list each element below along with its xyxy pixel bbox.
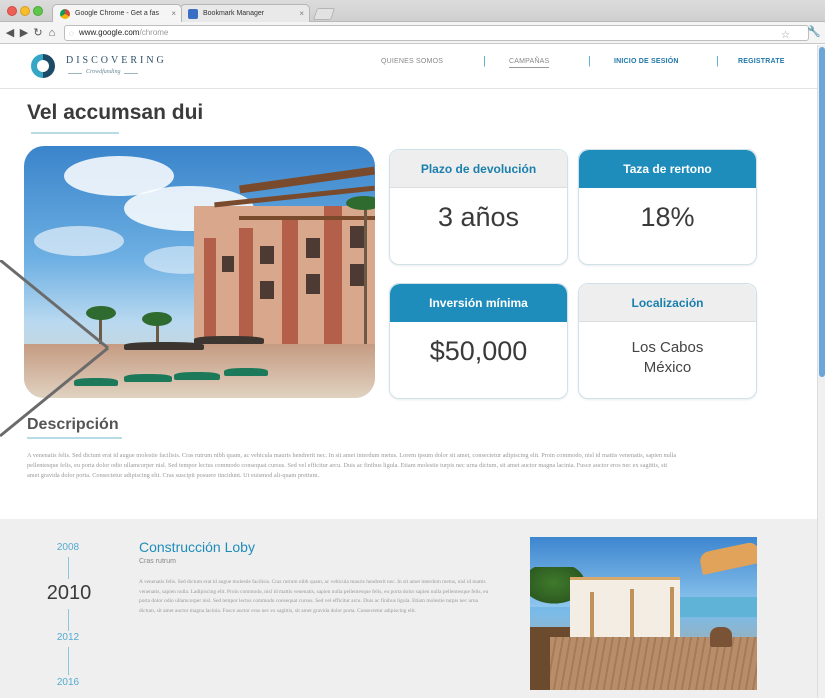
page-info-icon: ◌ bbox=[69, 29, 74, 38]
nav-separator: | bbox=[588, 55, 591, 67]
browser-tab-bar: Google Chrome - Get a fas × Bookmark Man… bbox=[0, 0, 825, 22]
stat-location-value: Los Cabos México bbox=[579, 338, 756, 378]
logo-title[interactable]: DISCOVERING bbox=[66, 55, 167, 66]
logo-subtitle: Crowdfunding bbox=[67, 69, 140, 75]
scrollbar-thumb[interactable] bbox=[819, 47, 825, 377]
stat-card-inversion: Inversión mínima $50,000 bbox=[389, 283, 568, 399]
page-scrollbar[interactable] bbox=[817, 45, 825, 698]
stat-value: 3 años bbox=[437, 202, 520, 232]
bookmark-favicon-icon bbox=[188, 9, 198, 19]
browser-toolbar: ◀ ▶ ↻ ⌂ ◌ www.google.com/chrome ☆ bbox=[0, 22, 825, 44]
stat-label: Taza de rertono bbox=[579, 150, 756, 188]
description-body: A venenatis felis. Sed dictum erat id au… bbox=[27, 452, 677, 479]
page-title: Vel accumsan dui bbox=[27, 101, 204, 124]
back-arrow-icon[interactable]: ◀ bbox=[4, 26, 16, 40]
bookmark-star-icon[interactable]: ☆ bbox=[781, 29, 790, 43]
window-minimize-button[interactable] bbox=[20, 6, 30, 16]
title-underline bbox=[31, 132, 119, 134]
discovering-logo-icon[interactable] bbox=[31, 54, 55, 78]
stat-value: $50,000 bbox=[429, 336, 528, 366]
nav-separator: | bbox=[483, 55, 486, 67]
tab-label: Bookmark Manager bbox=[203, 10, 265, 17]
stat-value: 18% bbox=[640, 202, 695, 232]
timeline-year-2016[interactable]: 2016 bbox=[38, 677, 98, 688]
forward-arrow-icon[interactable]: ▶ bbox=[18, 26, 30, 40]
nav-campanas[interactable]: CAMPAÑAS bbox=[509, 58, 550, 68]
stat-location-city: Los Cabos bbox=[631, 339, 704, 356]
tab-label: Google Chrome - Get a fas bbox=[75, 10, 160, 17]
new-tab-button[interactable] bbox=[312, 8, 336, 20]
window-close-button[interactable] bbox=[7, 6, 17, 16]
timeline-connector bbox=[68, 647, 69, 675]
timeline-item-subtitle: Cras rutrum bbox=[139, 558, 176, 565]
window-maximize-button[interactable] bbox=[33, 6, 43, 16]
nav-separator: | bbox=[716, 55, 719, 67]
browser-tab-chrome[interactable]: Google Chrome - Get a fas × bbox=[52, 4, 182, 22]
home-icon[interactable]: ⌂ bbox=[46, 26, 58, 40]
address-bar[interactable]: ◌ www.google.com/chrome ☆ bbox=[64, 25, 809, 41]
timeline-year-2008[interactable]: 2008 bbox=[38, 542, 98, 553]
nav-inicio-sesion[interactable]: INICIO DE SESIÓN bbox=[614, 58, 679, 65]
tab-close-icon[interactable]: × bbox=[171, 5, 176, 22]
angle-bracket-overlay-icon bbox=[0, 260, 109, 438]
nav-quienes-somos[interactable]: QUIENES SOMOS bbox=[381, 58, 443, 65]
chrome-favicon-icon bbox=[60, 9, 70, 19]
timeline-item-title: Construcción Loby bbox=[139, 539, 255, 555]
description-title: Descripción bbox=[27, 416, 119, 433]
reload-icon[interactable]: ↻ bbox=[32, 26, 44, 40]
timeline-connector bbox=[68, 557, 69, 579]
tab-close-icon[interactable]: × bbox=[299, 5, 304, 22]
lobby-photo bbox=[530, 537, 757, 690]
stat-label: Inversión mínima bbox=[390, 284, 567, 322]
url-path: /chrome bbox=[139, 28, 169, 37]
wrench-menu-icon[interactable]: 🔧 bbox=[807, 25, 821, 38]
nav-registrate[interactable]: REGISTRATE bbox=[738, 58, 785, 65]
site-header: DISCOVERING Crowdfunding QUIENES SOMOS |… bbox=[0, 45, 817, 89]
browser-tab-bookmarks[interactable]: Bookmark Manager × bbox=[180, 4, 310, 22]
timeline-item-body: A venenatis felis. Sed dictum erat id au… bbox=[139, 579, 489, 614]
stat-label: Plazo de devolución bbox=[390, 150, 567, 188]
timeline-connector bbox=[68, 609, 69, 631]
stat-card-taza: Taza de rertono 18% bbox=[578, 149, 757, 265]
timeline-year-active[interactable]: 2010 bbox=[38, 582, 100, 605]
stat-location-country: México bbox=[643, 359, 692, 376]
stat-card-localizacion: Localización Los Cabos México bbox=[578, 283, 757, 399]
timeline-year-2012[interactable]: 2012 bbox=[38, 632, 98, 643]
stat-label: Localización bbox=[579, 284, 756, 322]
stat-card-plazo: Plazo de devolución 3 años bbox=[389, 149, 568, 265]
url-host: www.google.com bbox=[79, 28, 140, 37]
description-underline bbox=[27, 437, 122, 439]
